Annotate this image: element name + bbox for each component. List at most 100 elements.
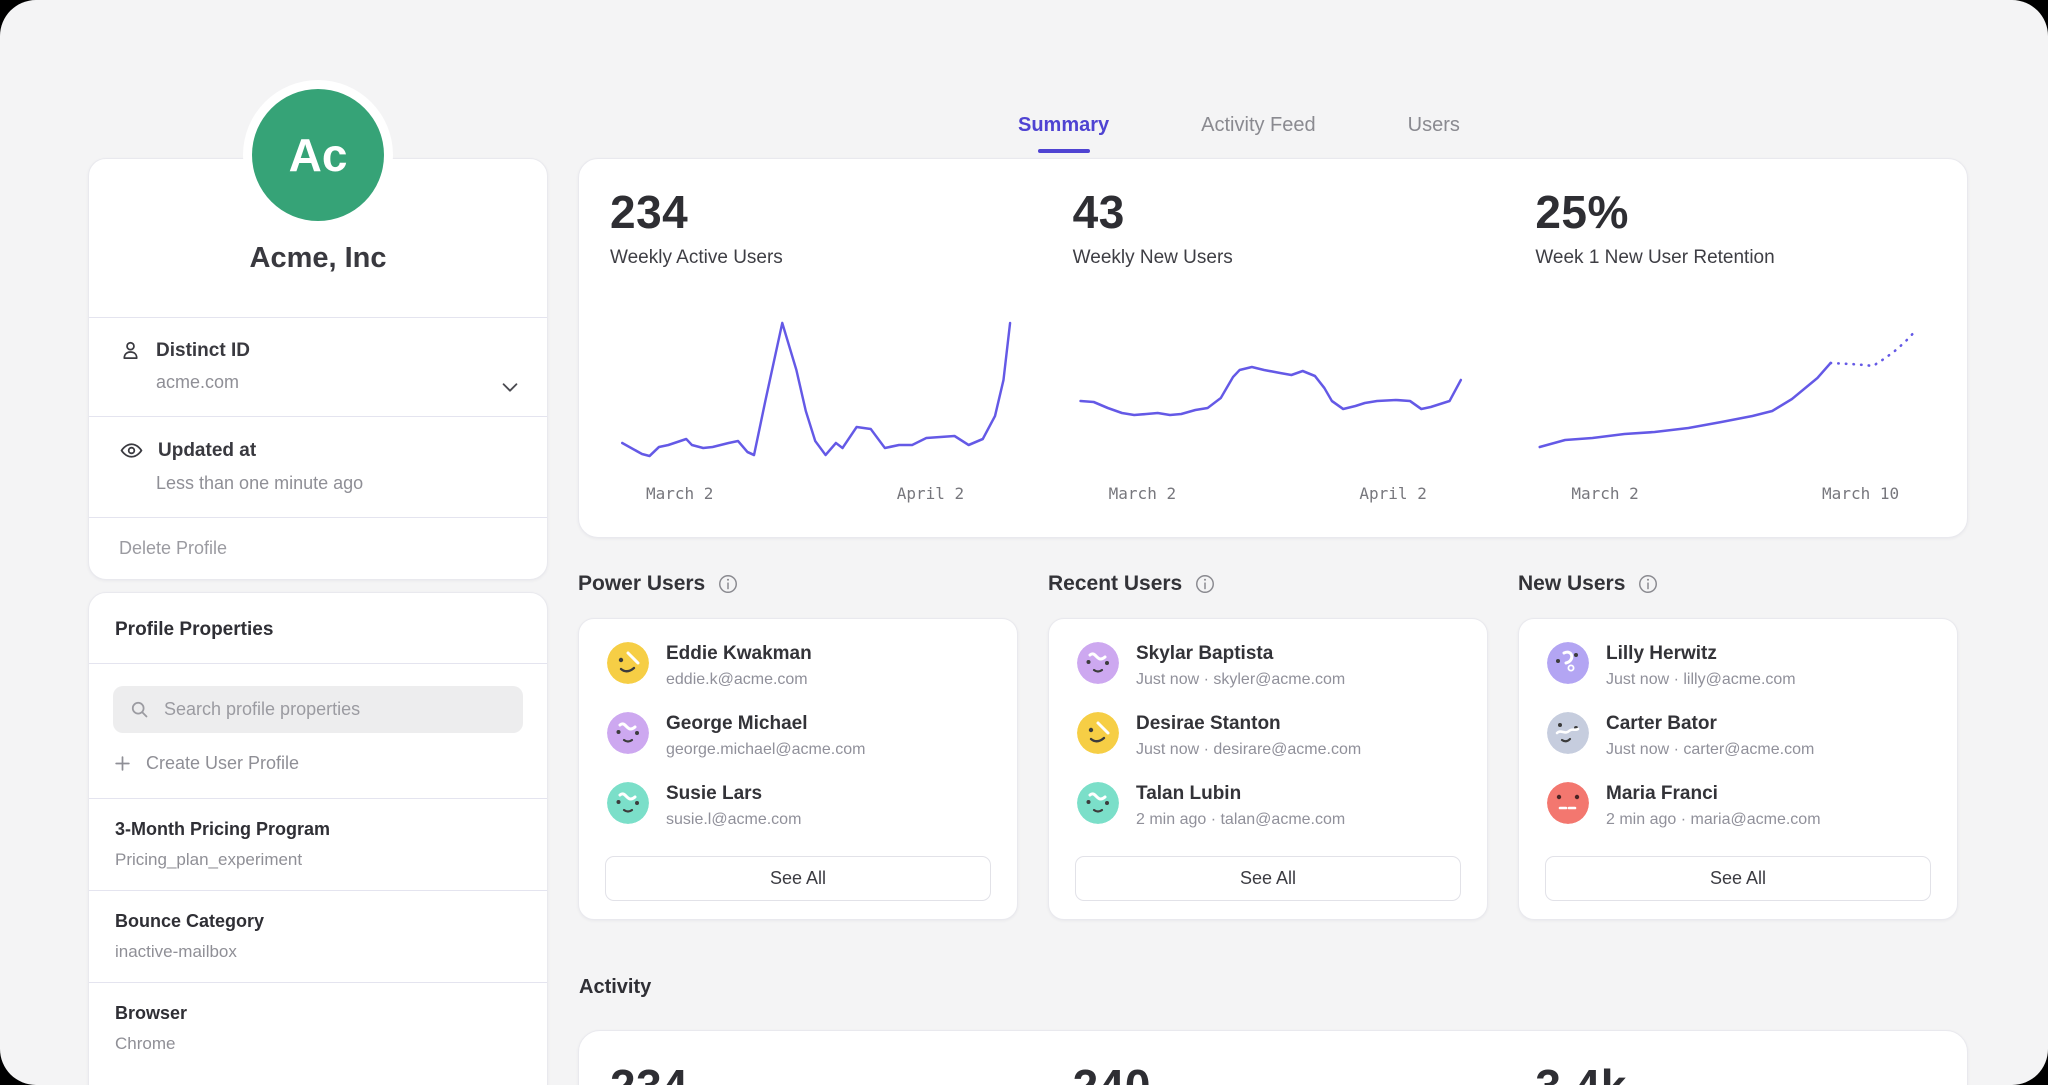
property-row[interactable]: Bounce Category inactive-mailbox (89, 891, 547, 982)
sparkline-weekly-new-users (1073, 309, 1478, 474)
tab-activity-feed-label: Activity Feed (1199, 110, 1317, 141)
activity-stat: 240 (1042, 1031, 1505, 1085)
user-name: Talan Lubin (1136, 782, 1345, 805)
activity-card: 234 240 3.4k (578, 1030, 1968, 1085)
property-name: 3-Month Pricing Program (115, 819, 521, 840)
see-all-button[interactable]: See All (605, 856, 991, 901)
user-detail: eddie.k@acme.com (666, 671, 812, 689)
distinct-id-label: Distinct ID (156, 340, 250, 362)
user-detail: Just now · lilly@acme.com (1606, 671, 1796, 689)
stat-weekly-new-users: 43 Weekly New Users March 2 April 2 (1042, 159, 1505, 537)
tab-underline (1232, 149, 1284, 153)
distinct-id-value: acme.com (156, 372, 521, 393)
user-avatar-squiggle-face (1077, 642, 1119, 684)
plus-icon (113, 754, 132, 773)
recent-users-card: Skylar Baptista Just now · skyler@acme.c… (1048, 618, 1488, 920)
summary-stats-card: 234 Weekly Active Users March 2 April 2 … (578, 158, 1968, 538)
eye-icon (119, 438, 144, 463)
tab-users-label: Users (1406, 110, 1462, 141)
stat-label: Week 1 New User Retention (1535, 247, 1957, 269)
stat-value: 25% (1535, 185, 1957, 239)
user-avatar-curl-face (1547, 642, 1589, 684)
user-name: Susie Lars (666, 782, 801, 805)
see-all-button[interactable]: See All (1545, 856, 1931, 901)
user-detail: 2 min ago · maria@acme.com (1606, 811, 1821, 829)
user-avatar-wink-face (607, 642, 649, 684)
property-value: Chrome (115, 1034, 521, 1054)
search-input[interactable] (162, 698, 507, 721)
see-all-button[interactable]: See All (1075, 856, 1461, 901)
property-value: inactive-mailbox (115, 942, 521, 962)
activity-stat-value: 234 (610, 1059, 1042, 1085)
info-icon[interactable] (1637, 573, 1659, 595)
user-name: Carter Bator (1606, 712, 1814, 735)
power-users-card: Eddie Kwakman eddie.k@acme.com George Mi… (578, 618, 1018, 920)
user-detail: susie.l@acme.com (666, 811, 801, 829)
property-name: Browser (115, 1003, 521, 1024)
activity-stat-value: 3.4k (1535, 1059, 1967, 1085)
sparkline-week1-retention (1535, 309, 1940, 474)
user-name: Eddie Kwakman (666, 642, 812, 665)
divider (89, 663, 547, 664)
delete-profile-button[interactable]: Delete Profile (89, 518, 547, 579)
user-name: Lilly Herwitz (1606, 642, 1796, 665)
profile-properties-card: Profile Properties Create User Profile 3… (88, 592, 548, 1085)
search-icon (129, 699, 150, 720)
user-name: Desirae Stanton (1136, 712, 1361, 735)
new-users-card: Lilly Herwitz Just now · lilly@acme.com … (1518, 618, 1958, 920)
info-icon[interactable] (1194, 573, 1216, 595)
stat-label: Weekly New Users (1073, 247, 1495, 269)
tab-activity-feed[interactable]: Activity Feed (1199, 110, 1317, 153)
property-row[interactable]: 3-Month Pricing Program Pricing_plan_exp… (89, 799, 547, 890)
user-avatar-wink-face (1077, 712, 1119, 754)
tab-users[interactable]: Users (1406, 110, 1462, 153)
recent-users-title: Recent Users (1048, 572, 1182, 596)
search-profile-properties[interactable] (113, 686, 523, 733)
power-users-title: Power Users (578, 572, 705, 596)
activity-stat-value: 240 (1073, 1059, 1505, 1085)
x-tick: April 2 (1359, 484, 1426, 503)
tab-underline (1408, 149, 1460, 153)
stat-label: Weekly Active Users (610, 247, 1032, 269)
user-row[interactable]: Talan Lubin 2 min ago · talan@acme.com (1049, 782, 1487, 829)
property-row[interactable]: Browser Chrome (89, 983, 547, 1074)
chevron-down-icon[interactable] (499, 376, 521, 398)
user-row[interactable]: George Michael george.michael@acme.com (579, 712, 1017, 759)
user-row[interactable]: Desirae Stanton Just now · desirare@acme… (1049, 712, 1487, 759)
tab-bar: Summary Activity Feed Users (1016, 110, 1462, 153)
new-users-title: New Users (1518, 572, 1625, 596)
x-tick: March 2 (1571, 484, 1638, 503)
x-tick: March 2 (646, 484, 713, 503)
user-avatar-squiggle-face (607, 782, 649, 824)
activity-stat: 3.4k (1504, 1031, 1967, 1085)
user-row[interactable]: Carter Bator Just now · carter@acme.com (1519, 712, 1957, 759)
user-detail: george.michael@acme.com (666, 741, 865, 759)
person-icon (119, 339, 142, 362)
profile-properties-title: Profile Properties (89, 593, 547, 663)
stat-value: 43 (1073, 185, 1495, 239)
user-name: Maria Franci (1606, 782, 1821, 805)
sparkline-weekly-active-users (610, 309, 1015, 474)
updated-at-label: Updated at (158, 440, 256, 462)
distinct-id-row[interactable]: Distinct ID acme.com (89, 318, 547, 416)
company-avatar-initials: Ac (252, 89, 384, 221)
user-name: Skylar Baptista (1136, 642, 1345, 665)
user-name: George Michael (666, 712, 865, 735)
tab-summary[interactable]: Summary (1016, 110, 1111, 153)
user-row[interactable]: Susie Lars susie.l@acme.com (579, 782, 1017, 829)
user-row[interactable]: Skylar Baptista Just now · skyler@acme.c… (1049, 642, 1487, 689)
company-avatar: Ac (243, 80, 393, 230)
activity-stat: 234 (579, 1031, 1042, 1085)
user-detail: Just now · desirare@acme.com (1136, 741, 1361, 759)
updated-at-value: Less than one minute ago (156, 473, 521, 494)
app-window: Ac Acme, Inc Distinct ID acme.com (0, 0, 2048, 1085)
user-row[interactable]: Maria Franci 2 min ago · maria@acme.com (1519, 782, 1957, 829)
user-row[interactable]: Eddie Kwakman eddie.k@acme.com (579, 642, 1017, 689)
x-axis: March 2 April 2 (610, 484, 1032, 510)
x-axis: March 2 April 2 (1073, 484, 1495, 510)
updated-at-row: Updated at Less than one minute ago (89, 417, 547, 517)
x-tick: March 2 (1109, 484, 1176, 503)
info-icon[interactable] (717, 573, 739, 595)
create-user-profile-button[interactable]: Create User Profile (113, 753, 523, 774)
user-row[interactable]: Lilly Herwitz Just now · lilly@acme.com (1519, 642, 1957, 689)
